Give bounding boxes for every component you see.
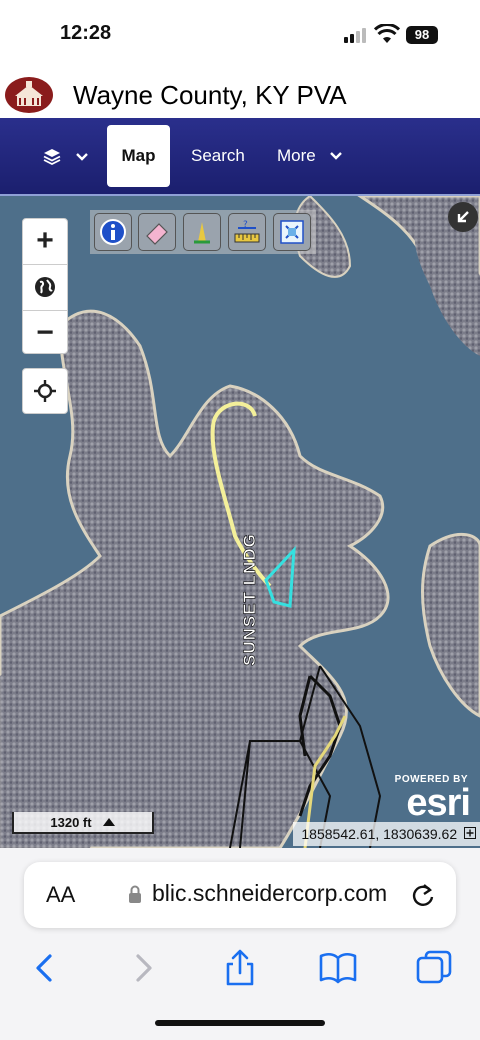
eraser-tool-button[interactable] — [138, 213, 176, 251]
address-bar[interactable]: AA blic.schneidercorp.com — [24, 862, 456, 928]
site-header: Wayne County, KY PVA — [0, 70, 480, 118]
status-bar: 12:28 98 — [0, 0, 480, 70]
url-text[interactable]: blic.schneidercorp.com — [152, 880, 422, 907]
zoom-out-button[interactable]: − — [23, 311, 67, 355]
locate-button[interactable] — [22, 368, 68, 414]
tab-more-label: More — [277, 146, 316, 165]
map-view[interactable]: + − ? SUNSET LNDG POWERED BY esri 1320 f… — [0, 196, 480, 848]
tab-map[interactable]: Map — [107, 125, 170, 187]
esri-attribution: POWERED BY esri — [384, 774, 476, 826]
scale-bar: 1320 ft — [12, 812, 154, 834]
status-time: 12:28 — [60, 22, 112, 44]
back-icon[interactable] — [24, 948, 64, 988]
map-tool-strip: ? — [90, 210, 316, 254]
layers-icon — [43, 149, 61, 166]
site-title: Wayne County, KY PVA — [73, 80, 347, 110]
signal-icon — [344, 27, 368, 43]
collapse-button[interactable] — [448, 202, 478, 232]
zoom-out-icon: − — [36, 316, 54, 349]
measure-tool-button[interactable]: ? — [228, 213, 266, 251]
share-icon[interactable] — [220, 948, 260, 988]
triangle-up-icon — [102, 818, 115, 826]
measure-icon: ? — [234, 220, 260, 243]
home-indicator — [155, 1020, 325, 1026]
locate-crosshair-icon — [34, 380, 56, 402]
zoom-in-button[interactable]: + — [23, 219, 67, 263]
eraser-icon — [146, 223, 168, 245]
globe-icon — [35, 277, 55, 297]
coordinate-readout: 1858542.61, 1830639.62 — [293, 822, 480, 846]
tab-more[interactable]: More — [277, 125, 343, 187]
aerial-imagery — [0, 196, 480, 848]
tab-search[interactable]: Search — [191, 125, 245, 187]
print-icon — [280, 220, 304, 244]
chevron-down-icon — [76, 153, 88, 161]
forward-icon[interactable] — [124, 948, 164, 988]
info-icon — [100, 219, 126, 245]
draw-tool-button[interactable] — [183, 213, 221, 251]
courthouse-seal-icon[interactable] — [4, 76, 54, 114]
lock-icon — [129, 885, 141, 903]
road-label: SUNSET LNDG — [240, 533, 260, 666]
text-size-button[interactable]: AA — [46, 882, 75, 908]
zoom-controls: + − — [22, 218, 68, 354]
chevron-down-icon — [330, 152, 343, 160]
globe-button[interactable] — [23, 265, 67, 309]
identify-tool-button[interactable] — [94, 213, 132, 251]
tabs-icon[interactable] — [414, 948, 454, 988]
collapse-arrow-icon — [457, 211, 469, 223]
wifi-icon — [374, 24, 400, 43]
bookmarks-icon[interactable] — [318, 948, 358, 988]
zoom-in-icon: + — [36, 224, 54, 257]
esri-logo: esri — [406, 782, 471, 824]
main-nav: Map Search More — [0, 118, 480, 196]
print-tool-button[interactable] — [273, 213, 311, 251]
layers-menu-button[interactable] — [36, 142, 96, 172]
pencil-icon — [194, 222, 210, 244]
battery-icon: 98 — [406, 26, 438, 44]
coordinate-text: 1858542.61, 1830639.62 — [301, 826, 458, 842]
scale-label: 1320 ft — [50, 814, 92, 830]
svg-text:?: ? — [243, 220, 248, 230]
expand-plus-icon[interactable] — [464, 827, 476, 839]
browser-chrome: AA blic.schneidercorp.com — [0, 848, 480, 1040]
reload-icon[interactable] — [410, 881, 436, 909]
